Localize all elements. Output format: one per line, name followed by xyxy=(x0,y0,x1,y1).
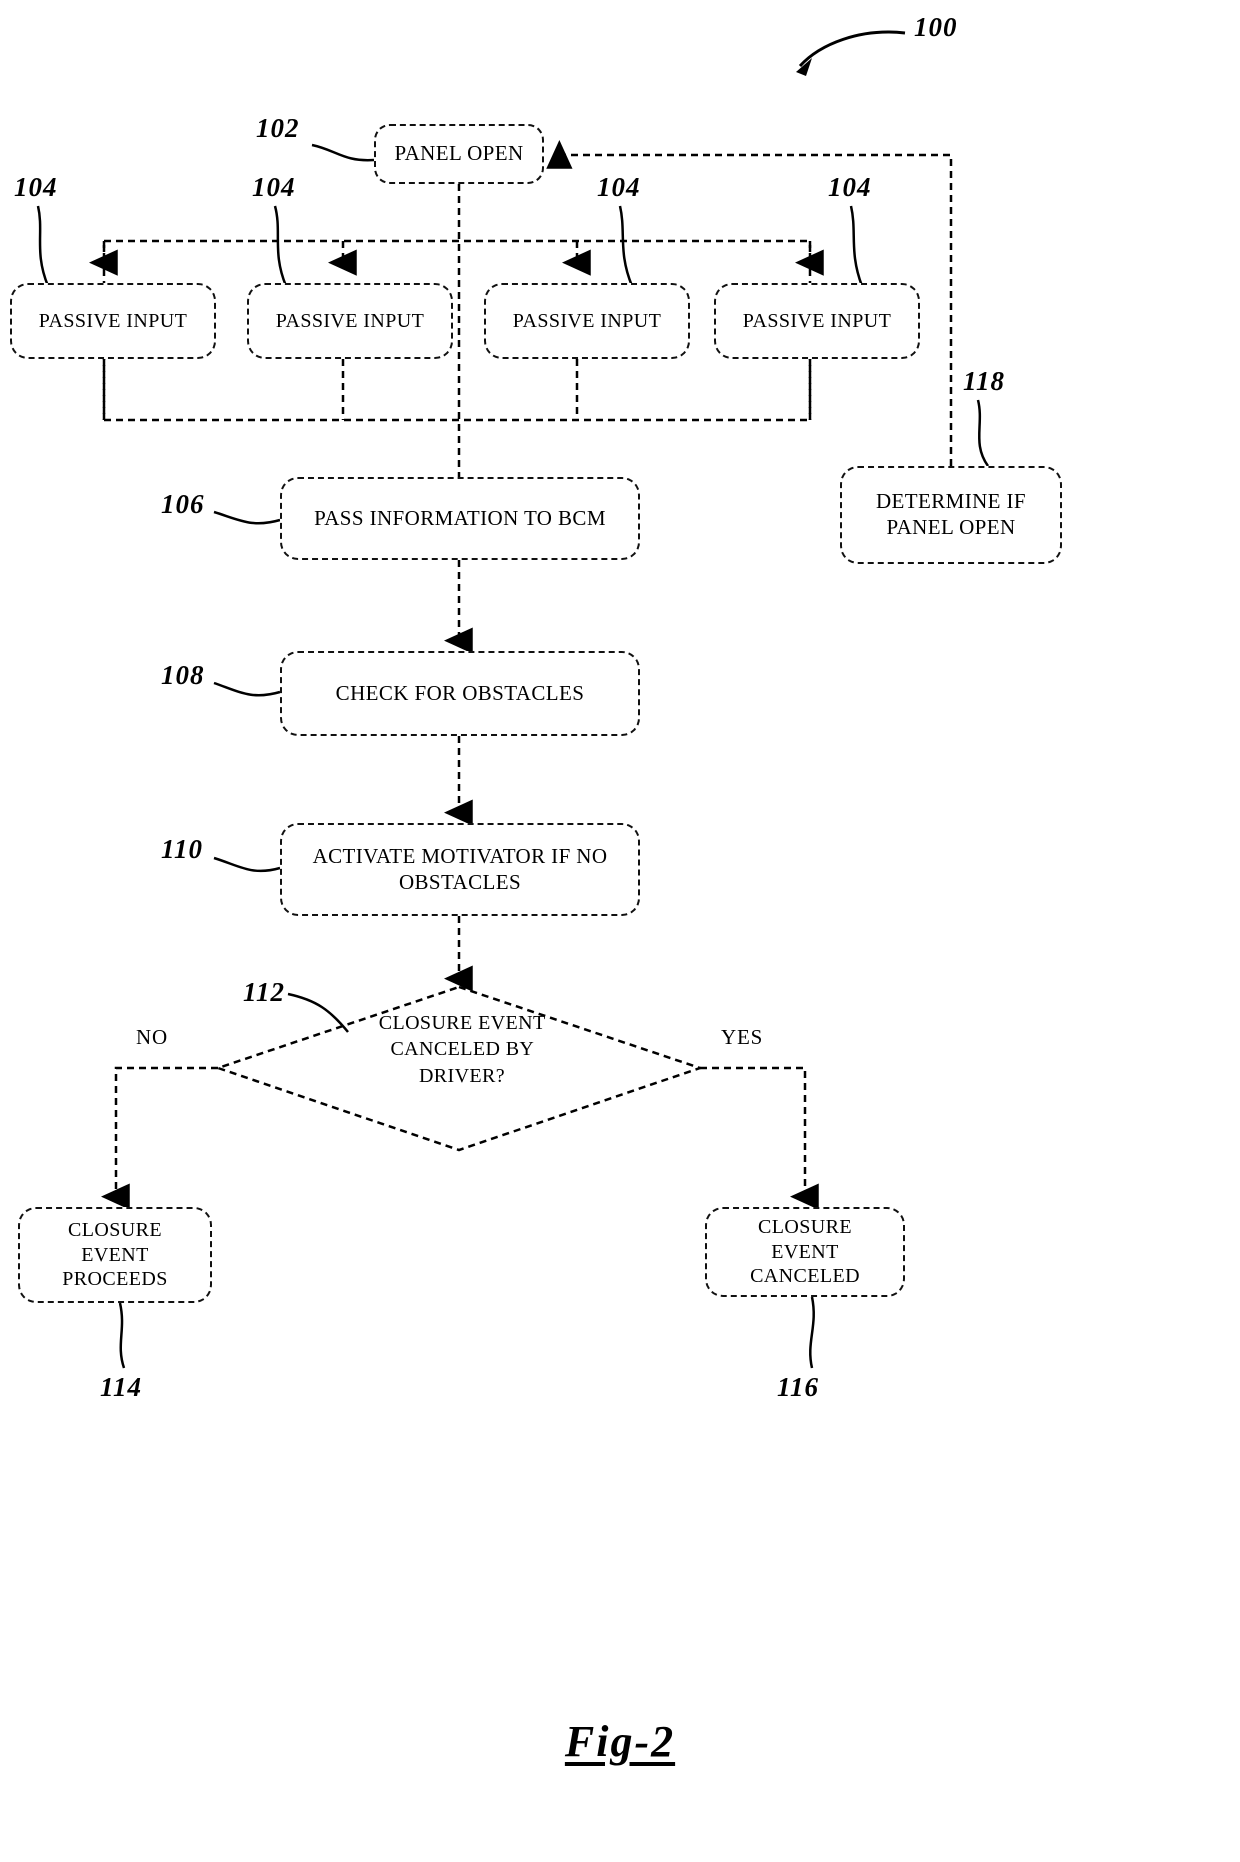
edge-yes-branch xyxy=(700,1066,819,1210)
node-pass-information-label: PASS INFORMATION TO BCM xyxy=(314,505,606,530)
node-pass-information-to-bcm[interactable]: PASS INFORMATION TO BCM xyxy=(280,477,640,560)
figure-caption-text: Fig-2 xyxy=(564,1717,676,1766)
ref-numeral-110: 110 xyxy=(161,834,204,864)
node-closure-event-canceled[interactable]: CLOSURE EVENT CANCELED xyxy=(705,1207,905,1297)
lead-line-114 xyxy=(118,1302,126,1369)
node-passive-input-3[interactable]: PASSIVE INPUT xyxy=(484,283,690,359)
connector-layer xyxy=(36,30,990,1369)
lead-line-110 xyxy=(213,856,281,873)
node-decision-line3: CANCELED BY xyxy=(390,1038,534,1061)
node-activate-motivator-line2: OBSTACLES xyxy=(398,869,522,894)
lead-line-104-4 xyxy=(849,205,864,287)
lead-line-108 xyxy=(213,681,281,697)
node-activate-motivator-line1: ACTIVATE MOTIVATOR IF NO xyxy=(312,843,608,868)
lead-line-104-2 xyxy=(273,205,288,287)
node-activate-motivator-label: ACTIVATE MOTIVATOR IF NO OBSTACLES xyxy=(297,844,624,895)
figure-caption: Fig-2 xyxy=(0,1716,1240,1767)
lead-line-106 xyxy=(213,510,281,525)
node-closure-canceled-label: CLOSURE EVENT CANCELED xyxy=(707,1215,903,1288)
node-determine-line1: DETERMINE IF xyxy=(875,489,1027,514)
ref-numeral-104-2: 104 xyxy=(252,172,296,202)
node-passive-input-1-label: PASSIVE INPUT xyxy=(38,309,188,332)
node-closure-canceled-line2: CANCELED xyxy=(750,1265,860,1288)
lead-line-104-1 xyxy=(36,205,50,287)
ref-numeral-104-1: 104 xyxy=(14,172,58,202)
ref-numeral-102: 102 xyxy=(256,113,300,143)
ref-numeral-114: 114 xyxy=(100,1372,143,1402)
branch-label-yes: YES xyxy=(721,1025,764,1049)
ref-numeral-116: 116 xyxy=(777,1372,820,1402)
node-determine-line2: PANEL OPEN xyxy=(886,515,1016,539)
ref-numeral-104-3: 104 xyxy=(597,172,641,202)
node-decision-label: CLOSURE EVENT CANCELED BY DRIVER? xyxy=(370,1010,554,1089)
node-passive-input-4[interactable]: PASSIVE INPUT xyxy=(714,283,920,359)
edge-no-branch xyxy=(101,1066,218,1210)
node-closure-proceeds-line1: CLOSURE xyxy=(68,1219,162,1242)
node-passive-input-4-label: PASSIVE INPUT xyxy=(742,309,892,332)
lead-line-102 xyxy=(311,143,375,162)
node-passive-input-1[interactable]: PASSIVE INPUT xyxy=(10,283,216,359)
lead-line-116 xyxy=(809,1296,815,1369)
lead-line-100 xyxy=(798,30,906,68)
lead-line-104-3 xyxy=(618,205,634,287)
node-panel-open-label: PANEL OPEN xyxy=(394,141,524,166)
node-decision-line4: DRIVER? xyxy=(418,1064,506,1087)
ref-numeral-108: 108 xyxy=(161,660,205,690)
figure-canvas: PANEL OPEN PASSIVE INPUT PASSIVE INPUT P… xyxy=(0,0,1240,1862)
node-closure-proceeds-line3: PROCEEDS xyxy=(62,1268,168,1291)
ref-numeral-112: 112 xyxy=(243,977,286,1007)
node-passive-input-2[interactable]: PASSIVE INPUT xyxy=(247,283,453,359)
ref-numeral-118: 118 xyxy=(963,366,1006,396)
node-closure-proceeds-label: CLOSURE EVENT PROCEEDS xyxy=(46,1218,183,1291)
node-determine-if-panel-open[interactable]: DETERMINE IF PANEL OPEN xyxy=(840,466,1062,564)
node-closure-canceled-line1: CLOSURE EVENT xyxy=(758,1216,852,1263)
ref-numeral-104-4: 104 xyxy=(828,172,872,202)
node-check-for-obstacles[interactable]: CHECK FOR OBSTACLES xyxy=(280,651,640,736)
node-activate-motivator[interactable]: ACTIVATE MOTIVATOR IF NO OBSTACLES xyxy=(280,823,640,916)
node-check-obstacles-label: CHECK FOR OBSTACLES xyxy=(335,680,585,705)
node-determine-label: DETERMINE IF PANEL OPEN xyxy=(860,489,1042,540)
ref-numeral-106: 106 xyxy=(161,489,205,519)
node-closure-event-proceeds[interactable]: CLOSURE EVENT PROCEEDS xyxy=(18,1207,212,1303)
node-decision-line2: EVENT xyxy=(478,1012,546,1034)
ref-numeral-100: 100 xyxy=(914,12,958,42)
node-panel-open[interactable]: PANEL OPEN xyxy=(374,124,544,184)
branch-label-no: NO xyxy=(136,1025,168,1049)
lead-line-118 xyxy=(976,399,990,467)
node-closure-proceeds-line2: EVENT xyxy=(81,1243,149,1266)
node-passive-input-3-label: PASSIVE INPUT xyxy=(512,309,662,332)
node-passive-input-2-label: PASSIVE INPUT xyxy=(275,309,425,332)
node-decision-line1: CLOSURE xyxy=(378,1012,473,1034)
